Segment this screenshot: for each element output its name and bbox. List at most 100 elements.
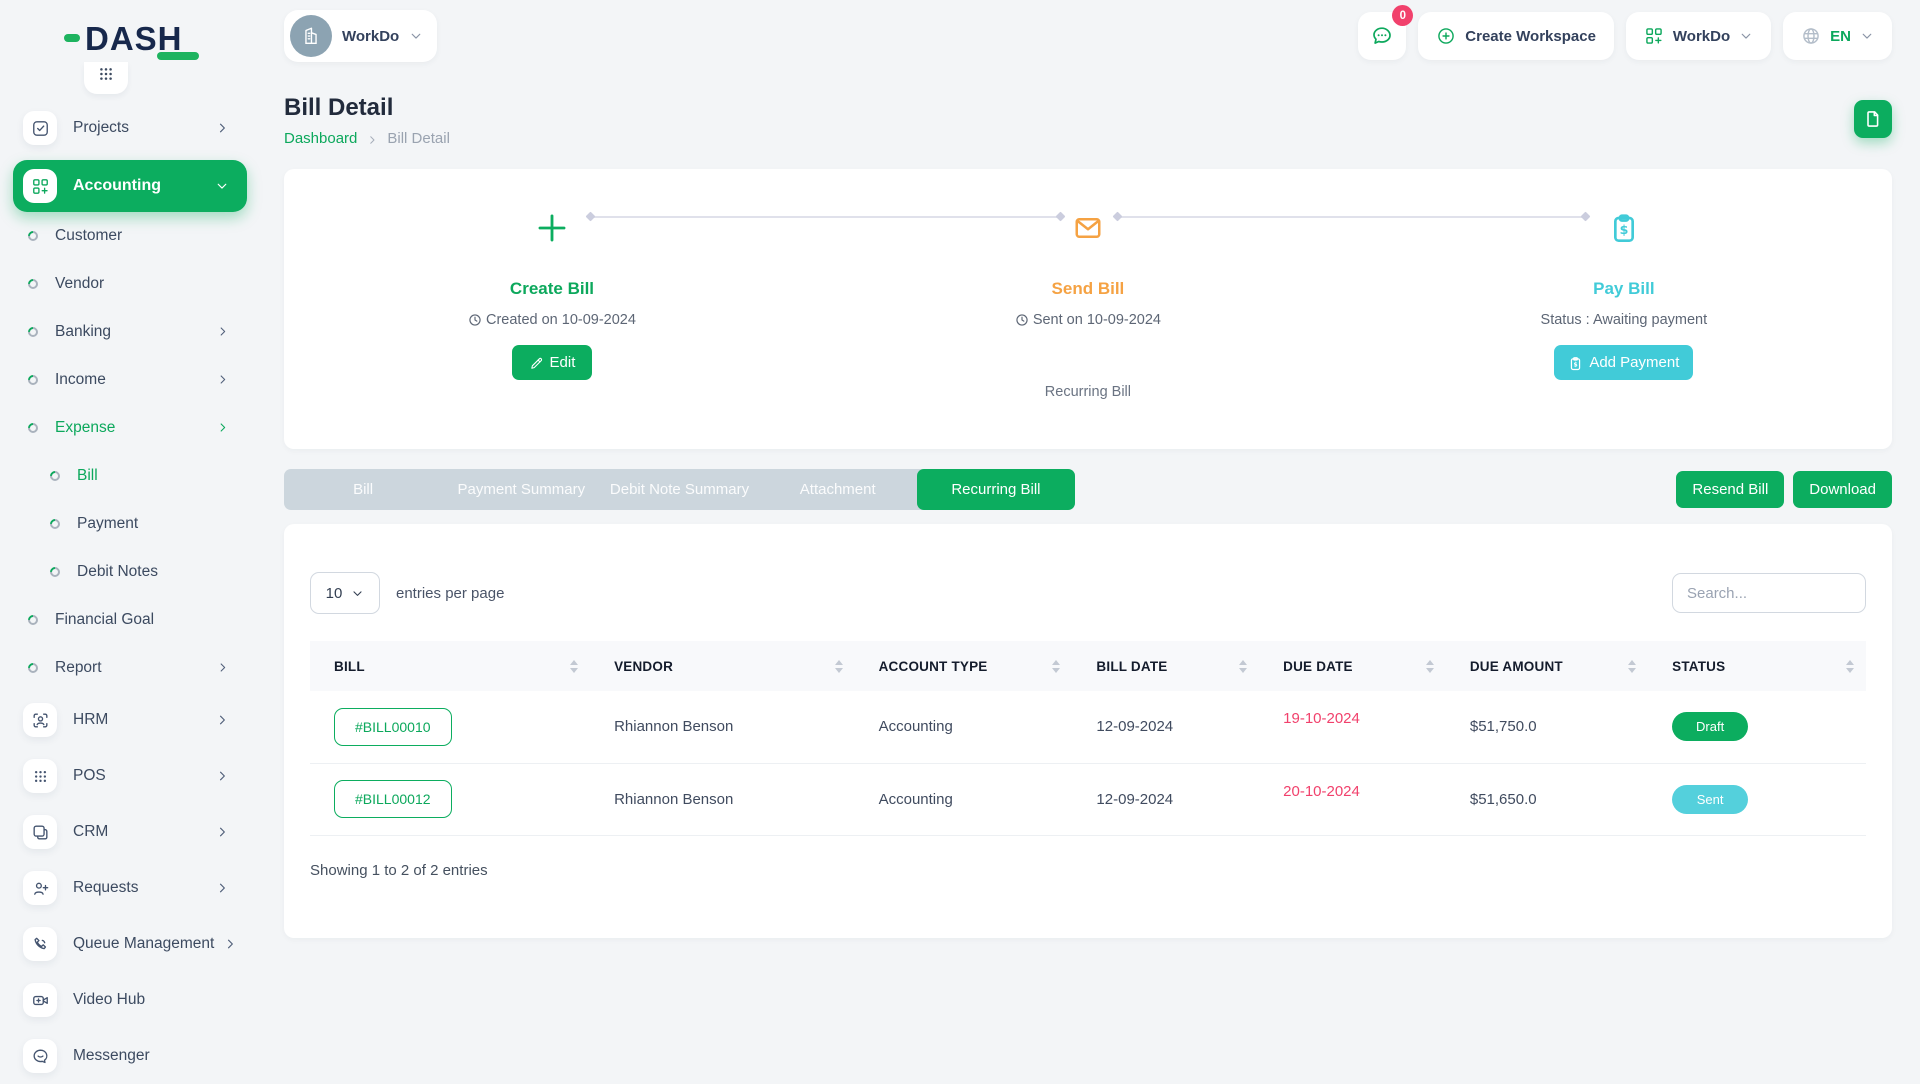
recurring-bill-table-card: 10 entries per page BILL VENDOR ACCOUNT … — [284, 524, 1892, 938]
crm-icon — [23, 815, 57, 849]
step-title: Pay Bill — [1356, 279, 1892, 299]
sidebar-item-projects[interactable]: Projects — [0, 100, 257, 156]
sidebar-item-customer[interactable]: Customer — [0, 212, 257, 260]
workdo-menu-button[interactable]: WorkDo — [1626, 12, 1771, 60]
sidebar-item-crm[interactable]: CRM — [0, 804, 257, 860]
sidebar-item-label: CRM — [73, 823, 108, 841]
workspace-avatar — [290, 15, 332, 57]
sidebar-item-messenger[interactable]: Messenger — [0, 1028, 257, 1084]
timeline-connector — [590, 216, 1061, 218]
language-label: EN — [1830, 28, 1851, 45]
tab-debit-note-summary[interactable]: Debit Note Summary — [600, 469, 758, 510]
bill-number-link[interactable]: #BILL00012 — [334, 780, 452, 818]
sidebar-item-queue-management[interactable]: Queue Management — [0, 916, 257, 972]
column-header-account-type[interactable]: ACCOUNT TYPE — [855, 641, 1073, 691]
bullet-icon — [26, 421, 40, 435]
breadcrumb-current: Bill Detail — [387, 130, 450, 147]
column-header-due-date[interactable]: DUE DATE — [1259, 641, 1446, 691]
sidebar-item-partial[interactable] — [84, 62, 128, 94]
sort-icon — [1846, 660, 1854, 673]
sidebar-item-label: Video Hub — [73, 991, 145, 1009]
column-header-due-amount[interactable]: DUE AMOUNT — [1446, 641, 1648, 691]
sidebar-item-label: Projects — [73, 119, 129, 137]
bill-document-button[interactable] — [1854, 100, 1892, 138]
chevron-right-icon — [216, 659, 229, 677]
column-header-bill-date[interactable]: BILL DATE — [1072, 641, 1259, 691]
status-badge: Draft — [1672, 712, 1748, 741]
column-header-bill[interactable]: BILL — [310, 641, 590, 691]
bullet-icon — [48, 565, 62, 579]
chat-button[interactable]: 0 — [1358, 12, 1406, 60]
chevron-right-icon — [215, 767, 229, 785]
sidebar-item-debit-notes[interactable]: Debit Notes — [0, 548, 257, 596]
sidebar-item-payment[interactable]: Payment — [0, 500, 257, 548]
sidebar-item-label: Banking — [55, 323, 111, 341]
main-content: Bill Detail Dashboard Bill Detail Create… — [284, 64, 1892, 938]
column-header-vendor[interactable]: VENDOR — [590, 641, 855, 691]
tab-attachment[interactable]: Attachment — [759, 469, 917, 510]
timeline-connector — [1117, 216, 1587, 218]
clipboard-dollar-icon — [1356, 203, 1892, 253]
app-logo[interactable]: DASH — [64, 18, 183, 58]
sidebar-item-video-hub[interactable]: Video Hub — [0, 972, 257, 1028]
sidebar-item-bill[interactable]: Bill — [0, 452, 257, 500]
breadcrumb-dashboard-link[interactable]: Dashboard — [284, 130, 357, 147]
sidebar-item-requests[interactable]: Requests — [0, 860, 257, 916]
step-title: Create Bill — [284, 279, 820, 299]
projects-icon — [23, 111, 57, 145]
sort-icon — [570, 660, 578, 673]
tab-recurring-bill[interactable]: Recurring Bill — [917, 469, 1075, 510]
sidebar-item-report[interactable]: Report — [0, 644, 257, 692]
sidebar-item-vendor[interactable]: Vendor — [0, 260, 257, 308]
bullet-icon — [26, 229, 40, 243]
sidebar-item-label: Payment — [77, 515, 138, 533]
hrm-icon — [23, 703, 57, 737]
chevron-down-icon — [351, 585, 364, 602]
sort-icon — [1628, 660, 1636, 673]
download-button[interactable]: Download — [1793, 471, 1892, 508]
add-payment-button[interactable]: Add Payment — [1554, 345, 1693, 380]
entries-per-page-select[interactable]: 10 — [310, 572, 380, 614]
language-selector[interactable]: EN — [1783, 12, 1892, 60]
resend-bill-button[interactable]: Resend Bill — [1676, 471, 1784, 508]
sort-icon — [1052, 660, 1060, 673]
bullet-icon — [26, 277, 40, 291]
bullet-icon — [26, 661, 40, 675]
globe-icon — [1801, 26, 1821, 46]
sidebar-item-hrm[interactable]: HRM — [0, 692, 257, 748]
sidebar-item-financial-goal[interactable]: Financial Goal — [0, 596, 257, 644]
sidebar-item-income[interactable]: Income — [0, 356, 257, 404]
recurring-bill-table: BILL VENDOR ACCOUNT TYPE BILL DATE DUE D… — [310, 641, 1866, 836]
chevron-right-icon — [215, 119, 229, 137]
column-header-status[interactable]: STATUS — [1648, 641, 1866, 691]
chevron-right-icon — [215, 823, 229, 841]
edit-bill-button[interactable]: Edit — [512, 345, 593, 380]
bullet-icon — [48, 517, 62, 531]
account-type-cell: Accounting — [855, 763, 1073, 835]
chevron-down-icon — [409, 27, 423, 45]
sidebar-item-label: POS — [73, 767, 106, 785]
tab-payment-summary[interactable]: Payment Summary — [442, 469, 600, 510]
bullet-icon — [26, 613, 40, 627]
bill-date-cell: 12-09-2024 — [1072, 691, 1259, 763]
messenger-icon — [23, 1039, 57, 1073]
vendor-cell: Rhiannon Benson — [590, 691, 855, 763]
logo-bar-icon — [157, 52, 199, 60]
workdo-menu-label: WorkDo — [1673, 28, 1730, 45]
sidebar-item-accounting[interactable]: Accounting — [13, 160, 247, 212]
entries-per-page-label: entries per page — [396, 585, 504, 602]
recurring-bill-note: Recurring Bill — [820, 384, 1356, 400]
sidebar-item-label: Queue Management — [73, 935, 214, 953]
workspace-chip[interactable]: WorkDo — [284, 10, 437, 62]
sidebar-item-pos[interactable]: POS — [0, 748, 257, 804]
bill-number-link[interactable]: #BILL00010 — [334, 708, 452, 746]
status-cell: Draft — [1648, 691, 1866, 763]
sidebar-item-banking[interactable]: Banking — [0, 308, 257, 356]
create-workspace-button[interactable]: Create Workspace — [1418, 12, 1614, 60]
step-subtitle: Sent on 10-09-2024 — [820, 312, 1356, 328]
video-hub-icon — [23, 983, 57, 1017]
search-input[interactable] — [1672, 573, 1866, 613]
tab-bill[interactable]: Bill — [284, 469, 442, 510]
sidebar-item-expense[interactable]: Expense — [0, 404, 257, 452]
pencil-icon — [529, 354, 544, 371]
